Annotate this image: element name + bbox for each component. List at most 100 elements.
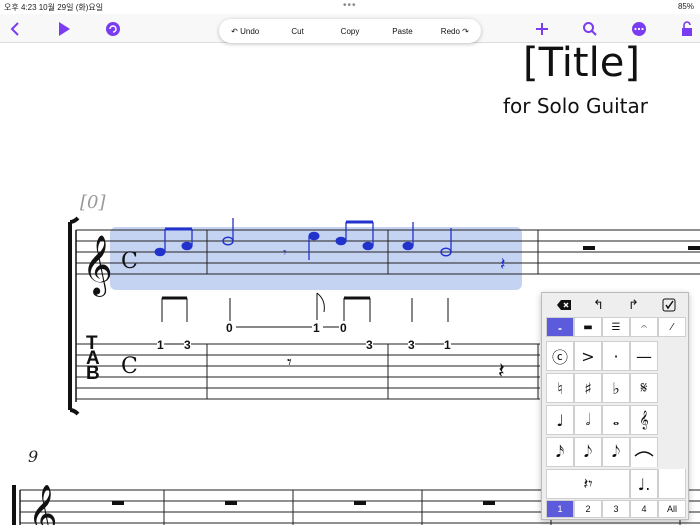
accent-button[interactable]: > (574, 341, 602, 371)
svg-text:𝄽: 𝄽 (500, 254, 506, 274)
tie-button-extension[interactable] (658, 469, 686, 499)
rest-button[interactable]: 𝄽𝄾 (546, 469, 630, 499)
staccato-button[interactable]: ⓒ (546, 341, 574, 371)
dotted-quarter-icon: ♩. (637, 474, 651, 494)
system-bracket (68, 216, 80, 416)
segno-button[interactable]: 𝄋 (630, 373, 658, 403)
voice-4-button[interactable]: 4 (630, 500, 658, 518)
lock-icon (682, 21, 692, 36)
measure-number: [0] (80, 192, 106, 213)
palette-undo-button[interactable]: ↰ (581, 296, 616, 314)
sixteenth-note-button[interactable]: 𝅘𝅥𝅯 (546, 437, 574, 467)
standard-staff (76, 229, 700, 275)
delete-button[interactable] (546, 296, 581, 314)
tab-number[interactable]: 0 (226, 321, 233, 335)
tab-time-signature: C (121, 354, 138, 379)
tie-icon (634, 450, 654, 457)
dot-button[interactable]: · (602, 341, 630, 371)
palette-redo-button[interactable]: ↱ (616, 296, 651, 314)
whole-rest (583, 246, 595, 250)
search-button[interactable] (579, 18, 601, 40)
tab-letter-b: B (86, 363, 100, 384)
eighth-note-button[interactable]: 𝅘𝅥𝅮 (574, 437, 602, 467)
loop-button[interactable] (102, 18, 124, 40)
selection-highlight (110, 227, 522, 290)
tab-number[interactable]: 3 (366, 338, 373, 352)
search-icon (583, 22, 597, 36)
done-button[interactable] (651, 296, 686, 314)
multitask-dots[interactable]: ••• (343, 0, 357, 11)
tab-number[interactable]: 1 (444, 338, 451, 352)
flat-button[interactable]: ♭ (602, 373, 630, 403)
lock-button[interactable] (676, 18, 698, 40)
battery-level: 85% (677, 2, 694, 11)
add-button[interactable] (531, 18, 553, 40)
palette-row-5: 𝄽𝄾 ♩. (546, 469, 686, 499)
tab-number[interactable]: 3 (408, 338, 415, 352)
cut-button[interactable]: Cut (271, 27, 323, 36)
edit-menu: ↶ Undo Cut Copy Paste Redo ↷ (219, 19, 481, 43)
plus-icon (536, 23, 548, 35)
time-signature: C (121, 249, 138, 274)
tab-number[interactable]: 1 (313, 321, 320, 335)
palette-number-row: 1 2 3 4 All (546, 500, 686, 518)
tab-number[interactable]: 1 (157, 338, 164, 352)
voice-3-button[interactable]: 3 (602, 500, 630, 518)
whole-rest (688, 246, 700, 250)
palette-row-4: 𝅘𝅥𝅯 𝅘𝅥𝅮 𝅘𝅥𝅮 (546, 437, 658, 467)
loop-icon (106, 22, 120, 36)
redo-icon: ↱ (628, 297, 639, 312)
tenuto-button[interactable]: — (630, 341, 658, 371)
redo-button[interactable]: Redo ↷ (429, 27, 481, 36)
voice-all-button[interactable]: All (658, 500, 686, 518)
palette-tab-repeat[interactable]: ⁄ (658, 317, 686, 337)
status-time: 오후 4:23 10월 29일 (화)요일 (4, 3, 104, 12)
clef-button[interactable]: 𝄞 (630, 405, 658, 435)
rest-group-icon: 𝄽𝄾 (583, 474, 593, 493)
palette-tab-fermata[interactable]: 𝄐 (630, 317, 658, 337)
treble-clef-2: 𝄞 (28, 484, 58, 525)
undo-button[interactable]: ↶ Undo (219, 27, 271, 36)
palette-row-3: ♩ 𝅗𝅥 𝅝 𝄞 (546, 405, 658, 435)
dotted-note-button[interactable]: ♩. (630, 469, 658, 499)
voice-1-button[interactable]: 1 (546, 500, 574, 518)
palette-tab-barline[interactable]: ☰ (602, 317, 630, 337)
score-subtitle[interactable]: for Solo Guitar (503, 94, 648, 118)
measure-2-notes: 𝄾 (222, 218, 374, 260)
palette-tab-rest[interactable]: ▬ (574, 317, 602, 337)
natural-button[interactable]: ♮ (546, 373, 574, 403)
checkbox-icon (662, 298, 675, 312)
measure-3-notes: 𝄽 (402, 222, 506, 274)
palette-tab-notes[interactable]: 𝅝 (546, 317, 574, 337)
sharp-button[interactable]: ♯ (574, 373, 602, 403)
measure-1-notes (154, 227, 193, 257)
repeat-icon: ⁄ (671, 321, 673, 333)
play-button[interactable] (53, 18, 75, 40)
palette-tabs: 𝅝 ▬ ☰ 𝄐 ⁄ (546, 317, 686, 337)
eighth-note-alt-button[interactable]: 𝅘𝅥𝅮 (602, 437, 630, 467)
voice-2-button[interactable]: 2 (574, 500, 602, 518)
whole-note-button[interactable]: 𝅝 (602, 405, 630, 435)
score-title[interactable]: [Title] (523, 40, 640, 86)
whole-note-icon: 𝅝 (558, 321, 562, 333)
undo-label: Undo (240, 26, 260, 36)
measure-number-9: 9 (28, 447, 39, 466)
svg-text:𝄾: 𝄾 (283, 244, 287, 260)
more-button[interactable] (628, 18, 650, 40)
palette-tools: ↰ ↱ (546, 296, 686, 314)
tie-button[interactable] (630, 437, 658, 467)
back-button[interactable] (4, 18, 26, 40)
fermata-icon: 𝄐 (641, 321, 647, 333)
tab-number[interactable]: 0 (340, 321, 347, 335)
palette-row-1: ⓒ > · — (546, 341, 658, 371)
treble-clef: 𝄞 (82, 235, 113, 297)
note-palette: ↰ ↱ 𝅝 ▬ ☰ 𝄐 ⁄ ⓒ > · — ♮ ♯ ♭ 𝄋 ♩ 𝅗𝅥 𝅝 𝄞 𝅘… (541, 292, 689, 520)
tab-number[interactable]: 3 (184, 338, 191, 352)
palette-row-2: ♮ ♯ ♭ 𝄋 (546, 373, 658, 403)
quarter-note-button[interactable]: ♩ (546, 405, 574, 435)
half-note-button[interactable]: 𝅗𝅥 (574, 405, 602, 435)
paste-button[interactable]: Paste (376, 27, 428, 36)
redo-label: Redo (440, 26, 460, 36)
barline-icon: ☰ (611, 321, 621, 333)
copy-button[interactable]: Copy (324, 27, 376, 36)
